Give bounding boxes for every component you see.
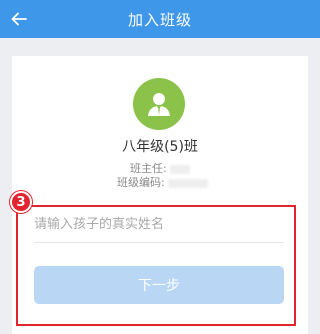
class-name: 八年级(5)班 [122,139,198,155]
back-button[interactable] [4,4,34,34]
class-code-row: 班级编码: [117,174,209,190]
input-divider [34,242,284,243]
child-name-input[interactable] [34,209,286,239]
page-title: 加入班级 [127,10,192,29]
class-code-redacted [168,178,209,188]
arrow-left-icon [11,12,27,26]
class-avatar [133,78,185,130]
teacher-name-redacted [170,164,191,174]
app-header: 加入班级 [0,0,320,38]
user-avatar-icon [148,93,170,116]
next-step-button[interactable]: 下一步 [34,266,284,304]
step-number-badge: 3 [10,191,32,213]
class-code-label: 班级编码: [117,176,165,189]
